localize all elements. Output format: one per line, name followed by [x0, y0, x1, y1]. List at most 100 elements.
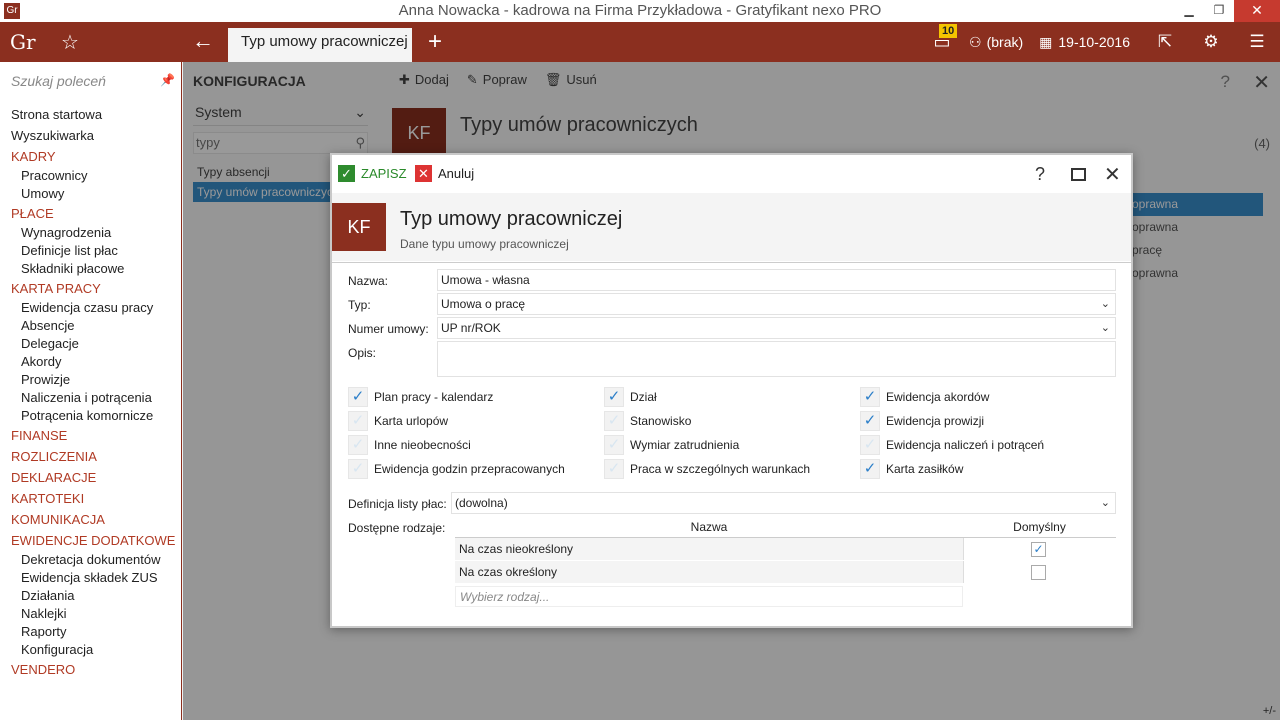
sidebar-section-finanse[interactable]: FINANSE	[0, 425, 180, 446]
save-button[interactable]: ✓ ZAPISZ	[338, 165, 407, 182]
menu-icon[interactable]: ☰	[1234, 32, 1280, 52]
maximize-icon[interactable]	[1071, 168, 1086, 181]
checkbox-karta-urlopow[interactable]: ✓ Karta urlopów	[348, 411, 448, 431]
description-field[interactable]	[437, 341, 1116, 377]
checkbox-label: Stanowisko	[630, 414, 692, 428]
minimize-button[interactable]: ▁	[1174, 0, 1204, 22]
cancel-label: Anuluj	[438, 166, 475, 181]
favorites-star-icon[interactable]: ☆	[61, 30, 79, 55]
sidebar-section-kartoteki[interactable]: KARTOTEKI	[0, 488, 180, 509]
cancel-button[interactable]: ✕ Anuluj	[415, 165, 474, 182]
row-default-cell	[963, 561, 1116, 583]
dialog-close-icon[interactable]: ✕	[1104, 162, 1121, 187]
close-window-button[interactable]: ✕	[1234, 0, 1280, 22]
sidebar-item-ewidencja-czasu-pracy[interactable]: Ewidencja czasu pracy	[0, 299, 180, 317]
help-button[interactable]: ?	[1035, 164, 1045, 185]
sidebar-item-potracenia-komornicze[interactable]: Potrącenia komornicze	[0, 407, 180, 425]
sidebar-item-akordy[interactable]: Akordy	[0, 353, 180, 371]
user-icon: ⚇	[969, 33, 982, 50]
checkbox-label: Dział	[630, 390, 657, 404]
sidebar-section-karta-pracy[interactable]: KARTA PRACY	[0, 278, 180, 299]
sidebar-item-definicje-list-plac[interactable]: Definicje list płac	[0, 242, 180, 260]
sidebar-item-raporty[interactable]: Raporty	[0, 623, 180, 641]
sidebar-item-pracownicy[interactable]: Pracownicy	[0, 167, 180, 185]
notifications-button[interactable]: ▭ 10	[921, 23, 963, 53]
resize-toggle[interactable]: +/-	[1263, 705, 1276, 717]
user-selector[interactable]: ⚇ (brak)	[969, 34, 1023, 51]
name-field[interactable]: Umowa - własna	[437, 269, 1116, 291]
checkbox-ewidencja-godzin[interactable]: ✓ Ewidencja godzin przepracowanych	[348, 459, 565, 479]
date-selector[interactable]: ▦ 19-10-2016	[1039, 34, 1130, 51]
type-label: Typ:	[348, 298, 371, 312]
checkbox-plan-pracy[interactable]: ✓ Plan pracy - kalendarz	[348, 387, 493, 407]
checkbox-wymiar-zatrudnienia[interactable]: ✓ Wymiar zatrudnienia	[604, 435, 739, 455]
sidebar-item-dzialania[interactable]: Działania	[0, 587, 180, 605]
appbar-right: ▭ 10 ⚇ (brak) ▦ 19-10-2016 ⇱ ⚙ ☰	[921, 22, 1280, 62]
checkbox-box: ✓	[604, 435, 624, 455]
sidebar-item-wyszukiwarka[interactable]: Wyszukiwarka	[0, 125, 180, 146]
sidebar-section-rozliczenia[interactable]: ROZLICZENIA	[0, 446, 180, 467]
checkbox-label: Plan pracy - kalendarz	[374, 390, 494, 404]
default-checkbox[interactable]: ✓	[1031, 542, 1046, 557]
sidebar-item-konfiguracja[interactable]: Konfiguracja	[0, 641, 180, 659]
checkbox-label: Ewidencja prowizji	[886, 414, 985, 428]
number-select[interactable]: UP nr/ROK ⌄	[437, 317, 1116, 339]
checkbox-inne-nieobecnosci[interactable]: ✓ Inne nieobecności	[348, 435, 471, 455]
search-commands-input[interactable]: Szukaj poleceń	[11, 73, 171, 89]
sidebar-section-ewidencje-dodatkowe[interactable]: EWIDENCJE DODATKOWE	[0, 530, 180, 551]
back-arrow-icon[interactable]: ←	[192, 28, 214, 54]
sidebar-section-vendero[interactable]: VENDERO	[0, 659, 180, 680]
sidebar-item-strona-startowa[interactable]: Strona startowa	[0, 104, 180, 125]
default-checkbox[interactable]	[1031, 565, 1046, 580]
checkbox-praca-szczegolne[interactable]: ✓ Praca w szczególnych warunkach	[604, 459, 810, 479]
calendar-icon: ▦	[1039, 33, 1053, 50]
pin-icon[interactable]: 📌	[160, 73, 175, 87]
sidebar-section-place[interactable]: PŁACE	[0, 203, 180, 224]
payroll-definition-select[interactable]: (dowolna) ⌄	[451, 492, 1116, 514]
tab-typ-umowy[interactable]: Typ umowy pracowniczej	[228, 28, 412, 62]
available-kinds-label: Dostępne rodzaje:	[348, 521, 446, 535]
sidebar-item-naklejki[interactable]: Naklejki	[0, 605, 180, 623]
sidebar-item-absencje[interactable]: Absencje	[0, 317, 180, 335]
number-value: UP nr/ROK	[441, 321, 501, 335]
checkbox-karta-zasilkow[interactable]: ✓ Karta zasiłków	[860, 459, 963, 479]
gear-icon[interactable]: ⚙	[1188, 32, 1234, 52]
sidebar-item-dekretacja[interactable]: Dekretacja dokumentów	[0, 551, 180, 569]
checkbox-label: Wymiar zatrudnienia	[630, 438, 740, 452]
chevron-down-icon: ⌄	[1100, 322, 1110, 334]
sidebar-section-deklaracje[interactable]: DEKLARACJE	[0, 467, 180, 488]
checkbox-stanowisko[interactable]: ✓ Stanowisko	[604, 411, 691, 431]
export-icon[interactable]: ⇱	[1142, 32, 1188, 52]
checkbox-ewidencja-akordow[interactable]: ✓ Ewidencja akordów	[860, 387, 989, 407]
sidebar-item-naliczenia[interactable]: Naliczenia i potrącenia	[0, 389, 180, 407]
sidebar-item-umowy[interactable]: Umowy	[0, 185, 180, 203]
table-row[interactable]: Na czas nieokreślony ✓	[455, 538, 1116, 561]
add-tab-icon[interactable]: +	[428, 28, 442, 56]
save-label: ZAPISZ	[361, 166, 407, 181]
restore-button[interactable]: ❐	[1204, 0, 1234, 22]
sidebar-section-komunikacja[interactable]: KOMUNIKACJA	[0, 509, 180, 530]
sidebar-section-kadry[interactable]: KADRY	[0, 146, 180, 167]
sidebar-item-ewidencja-skladek-zus[interactable]: Ewidencja składek ZUS	[0, 569, 180, 587]
checkbox-label: Ewidencja naliczeń i potrąceń	[886, 438, 1045, 452]
type-select[interactable]: Umowa o pracę ⌄	[437, 293, 1116, 315]
sidebar: Szukaj poleceń 📌 Strona startowa Wyszuki…	[0, 62, 182, 720]
app-logo[interactable]: Gr	[10, 30, 36, 54]
kf-badge: KF	[332, 203, 386, 251]
column-header-default[interactable]: Domyślny	[963, 517, 1116, 537]
checkbox-box: ✓	[348, 435, 368, 455]
dialog-subtitle: Dane typu umowy pracowniczej	[400, 237, 569, 251]
checkbox-label: Ewidencja akordów	[886, 390, 990, 404]
sidebar-item-prowizje[interactable]: Prowizje	[0, 371, 180, 389]
choose-kind-input[interactable]: Wybierz rodzaj...	[455, 586, 963, 607]
sidebar-item-wynagrodzenia[interactable]: Wynagrodzenia	[0, 224, 180, 242]
sidebar-item-skladniki-placowe[interactable]: Składniki płacowe	[0, 260, 180, 278]
table-row[interactable]: Na czas określony	[455, 561, 1116, 584]
checkbox-dzial[interactable]: ✓ Dział	[604, 387, 657, 407]
checkmark-icon: ✓	[338, 165, 355, 182]
sidebar-item-delegacje[interactable]: Delegacje	[0, 335, 180, 353]
column-header-name[interactable]: Nazwa	[455, 517, 963, 537]
checkbox-ewidencja-naliczen[interactable]: ✓ Ewidencja naliczeń i potrąceń	[860, 435, 1044, 455]
description-label: Opis:	[348, 346, 377, 360]
checkbox-ewidencja-prowizji[interactable]: ✓ Ewidencja prowizji	[860, 411, 984, 431]
